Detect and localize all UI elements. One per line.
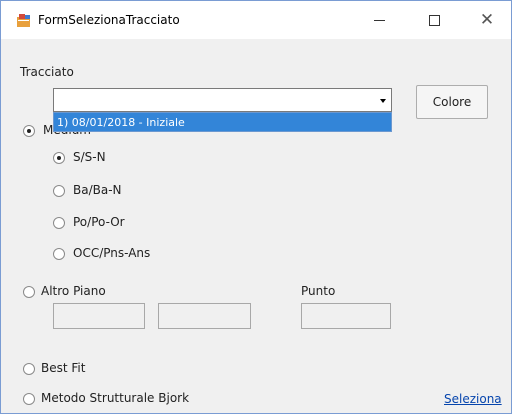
minimize-button[interactable] [356,1,402,39]
tracciato-combobox[interactable] [53,88,392,112]
tracciato-dropdown-list[interactable]: 1) 08/01/2018 - Iniziale [53,112,392,132]
radio-occ-pns-ans[interactable] [53,248,65,260]
punto-field[interactable] [301,303,391,329]
metodo-bjork-radio[interactable] [23,393,35,405]
window-title: FormSelezionaTracciato [38,13,180,27]
altro-piano-field-1[interactable] [53,303,145,329]
altro-piano-radio[interactable] [23,286,35,298]
altro-piano-field-2[interactable] [158,303,251,329]
radio-occ-pns-ans-label: OCC/Pns-Ans [73,246,151,260]
metodo-bjork-label: Metodo Strutturale Bjork [41,391,190,405]
close-icon: ✕ [479,9,495,30]
app-icon [17,14,30,27]
altro-piano-label: Altro Piano [41,284,106,298]
radio-ba-ba-n[interactable] [53,185,65,197]
minimize-icon [373,19,385,21]
close-button[interactable]: ✕ [464,1,510,39]
tracciato-label: Tracciato [20,65,74,79]
radio-po-po-or[interactable] [53,217,65,229]
chevron-down-icon [379,99,386,103]
radio-po-po-or-label: Po/Po-Or [73,215,125,229]
seleziona-link[interactable]: Seleziona [444,392,502,406]
radio-s-s-n-label: S/S-N [73,150,106,164]
maximize-icon [428,14,440,26]
dropdown-item[interactable]: 1) 08/01/2018 - Iniziale [57,116,185,129]
radio-ba-ba-n-label: Ba/Ba-N [73,183,122,197]
combo-dropdown-button[interactable] [374,89,391,111]
title-bar[interactable]: FormSelezionaTracciato ✕ [1,1,511,39]
medium-radio[interactable] [23,125,35,137]
best-fit-radio[interactable] [23,363,35,375]
colore-button[interactable]: Colore [416,85,488,119]
radio-s-s-n[interactable] [53,152,65,164]
best-fit-label: Best Fit [41,361,86,375]
punto-label: Punto [301,284,336,298]
maximize-button[interactable] [411,1,457,39]
form-window: FormSelezionaTracciato ✕ Tracciato Color… [0,0,512,414]
